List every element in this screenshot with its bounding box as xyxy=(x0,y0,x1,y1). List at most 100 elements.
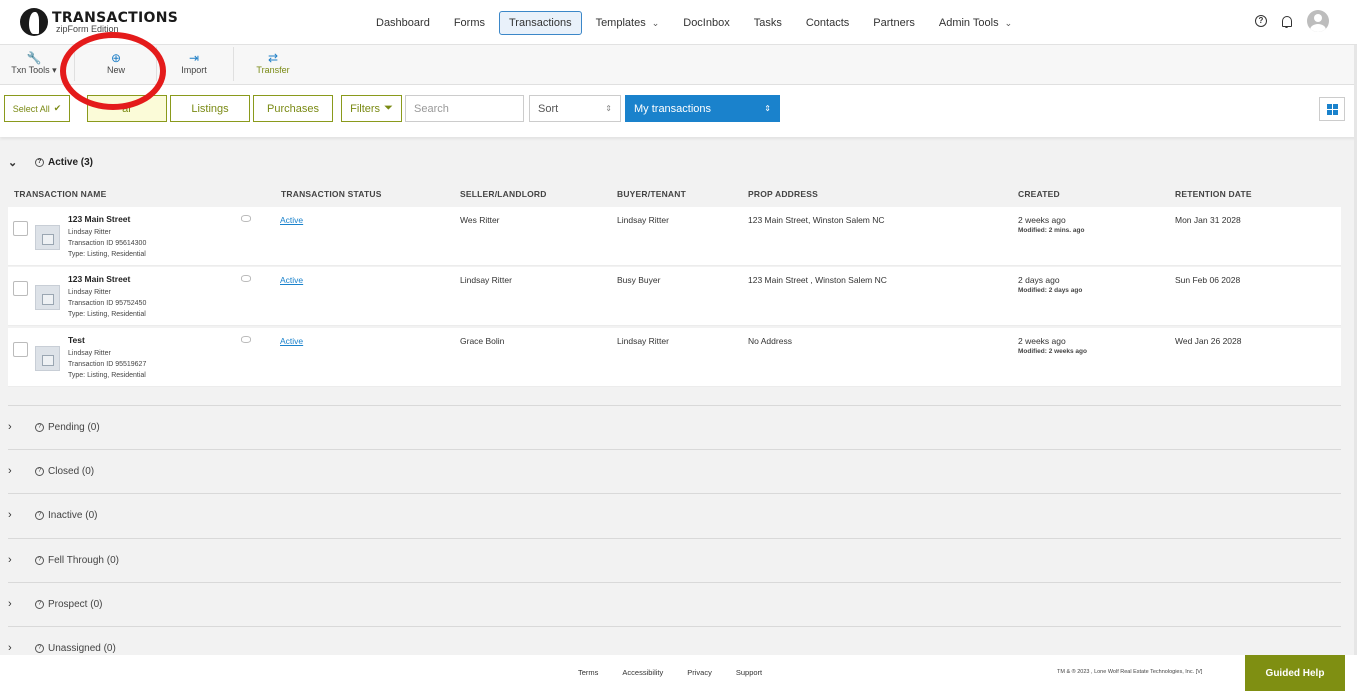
footer-accessibility-link[interactable]: Accessibility xyxy=(622,668,663,677)
buyer-cell: Busy Buyer xyxy=(617,275,661,285)
toolbar-divider xyxy=(233,47,234,81)
col-header-address[interactable]: PROP ADDRESS xyxy=(748,189,818,199)
address-cell: 123 Main Street , Winston Salem NC xyxy=(748,275,887,285)
transaction-type: Type: Listing, Residential xyxy=(68,311,146,318)
footer: Terms Accessibility Privacy Support TM &… xyxy=(0,655,1357,691)
comment-icon[interactable] xyxy=(241,215,251,222)
help-icon[interactable]: ? xyxy=(1255,15,1267,27)
modified-cell: Modified: 2 mins. ago xyxy=(1018,227,1085,234)
chevron-down-icon: ⌄ xyxy=(1004,17,1013,28)
nav-dashboard[interactable]: Dashboard xyxy=(366,11,440,35)
row-checkbox[interactable] xyxy=(13,281,28,296)
address-cell: No Address xyxy=(748,336,792,346)
nav-admin-tools[interactable]: Admin Tools ⌄ xyxy=(929,11,1022,35)
status-link[interactable]: Active xyxy=(280,215,303,225)
footer-support-link[interactable]: Support xyxy=(736,668,762,677)
top-navigation: TRANSACTIONS zipForm Edition Dashboard F… xyxy=(0,0,1357,45)
group-divider xyxy=(8,582,1341,583)
filter-listings-button[interactable]: Listings xyxy=(170,95,250,122)
property-thumbnail-icon xyxy=(35,225,60,250)
plus-circle-icon: ⊕ xyxy=(110,51,122,65)
transaction-id: Transaction ID 95519627 xyxy=(68,361,147,368)
buyer-cell: Lindsay Ritter xyxy=(617,215,669,225)
transaction-agent: Lindsay Ritter xyxy=(68,229,111,236)
info-icon: ? xyxy=(35,643,44,653)
app-logo[interactable]: TRANSACTIONS zipForm Edition xyxy=(20,8,178,36)
row-checkbox[interactable] xyxy=(13,221,28,236)
filter-all-button[interactable]: ar xyxy=(87,95,167,122)
info-icon: ? xyxy=(35,158,44,167)
group-prospect-header[interactable]: › ? Prospect (0) xyxy=(8,598,102,610)
transfer-arrows-icon: ⇄ xyxy=(267,51,279,65)
seller-cell: Wes Ritter xyxy=(460,215,500,225)
filters-button[interactable]: Filters ⏷ xyxy=(341,95,402,122)
group-pending-header[interactable]: › ? Pending (0) xyxy=(8,421,100,433)
seller-cell: Grace Bolin xyxy=(460,336,505,346)
status-link[interactable]: Active xyxy=(280,336,303,346)
nav-docinbox[interactable]: DocInbox xyxy=(673,11,739,35)
group-active-header[interactable]: ⌄ ? Active (3) xyxy=(8,156,93,169)
modified-cell: Modified: 2 weeks ago xyxy=(1018,348,1087,355)
import-button[interactable]: ⇥ Import xyxy=(176,51,212,75)
nav-tasks[interactable]: Tasks xyxy=(744,11,792,35)
retention-cell: Mon Jan 31 2028 xyxy=(1175,215,1241,225)
transaction-agent: Lindsay Ritter xyxy=(68,289,111,296)
logo-subtitle: zipForm Edition xyxy=(56,23,119,34)
sort-select[interactable]: Sort ⇕ xyxy=(529,95,621,122)
col-header-seller[interactable]: SELLER/LANDLORD xyxy=(460,189,547,199)
notification-bell-icon[interactable] xyxy=(1281,15,1293,28)
comment-icon[interactable] xyxy=(241,336,251,343)
toolbar-divider xyxy=(156,47,157,81)
transaction-name[interactable]: 123 Main Street xyxy=(68,214,130,224)
sort-arrows-icon: ⇕ xyxy=(764,104,771,113)
group-closed-header[interactable]: › ? Closed (0) xyxy=(8,465,94,477)
nav-contacts[interactable]: Contacts xyxy=(796,11,859,35)
new-transaction-button[interactable]: ⊕ New xyxy=(98,51,134,75)
col-header-name[interactable]: TRANSACTION NAME xyxy=(14,189,106,199)
info-icon: ? xyxy=(35,466,44,476)
footer-privacy-link[interactable]: Privacy xyxy=(687,668,712,677)
modified-cell: Modified: 2 days ago xyxy=(1018,287,1083,294)
copyright-text: TM & ® 2023 , Lone Wolf Real Estate Tech… xyxy=(1057,669,1203,675)
group-fell-through-header[interactable]: › ? Fell Through (0) xyxy=(8,554,119,566)
footer-terms-link[interactable]: Terms xyxy=(578,668,598,677)
search-input[interactable]: Search xyxy=(405,95,524,122)
col-header-created[interactable]: CREATED xyxy=(1018,189,1060,199)
col-header-status[interactable]: TRANSACTION STATUS xyxy=(281,189,382,199)
address-cell: 123 Main Street, Winston Salem NC xyxy=(748,215,885,225)
col-header-buyer[interactable]: BUYER/TENANT xyxy=(617,189,686,199)
comment-icon[interactable] xyxy=(241,275,251,282)
nav-forms[interactable]: Forms xyxy=(444,11,495,35)
status-link[interactable]: Active xyxy=(280,275,303,285)
group-divider xyxy=(8,405,1341,406)
chevron-right-icon: › xyxy=(8,554,12,566)
grid-view-button[interactable] xyxy=(1319,97,1345,121)
group-inactive-header[interactable]: › ? Inactive (0) xyxy=(8,509,97,521)
nav-templates[interactable]: Templates ⌄ xyxy=(586,11,670,35)
transfer-button[interactable]: ⇄ Transfer xyxy=(253,51,293,75)
select-all-button[interactable]: Select All ✔ xyxy=(4,95,70,122)
created-cell: 2 weeks ago xyxy=(1018,336,1066,346)
sign-in-icon: ⇥ xyxy=(188,51,200,65)
transaction-type: Type: Listing, Residential xyxy=(68,251,146,258)
table-row[interactable]: Test Lindsay Ritter Transaction ID 95519… xyxy=(8,328,1341,387)
sort-arrows-icon: ⇕ xyxy=(605,104,612,113)
nav-partners[interactable]: Partners xyxy=(863,11,925,35)
table-row[interactable]: 123 Main Street Lindsay Ritter Transacti… xyxy=(8,207,1341,266)
transaction-name[interactable]: 123 Main Street xyxy=(68,274,130,284)
row-checkbox[interactable] xyxy=(13,342,28,357)
user-avatar[interactable] xyxy=(1307,10,1329,32)
property-thumbnail-icon xyxy=(35,346,60,371)
scope-select[interactable]: My transactions ⇕ xyxy=(625,95,780,122)
retention-cell: Sun Feb 06 2028 xyxy=(1175,275,1241,285)
filter-purchases-button[interactable]: Purchases xyxy=(253,95,333,122)
guided-help-button[interactable]: Guided Help xyxy=(1245,655,1345,691)
transaction-type: Type: Listing, Residential xyxy=(68,372,146,379)
txn-tools-button[interactable]: 🔧 Txn Tools ▾ xyxy=(10,51,58,76)
nav-transactions[interactable]: Transactions xyxy=(499,11,582,35)
col-header-retention[interactable]: RETENTION DATE xyxy=(1175,189,1252,199)
table-row[interactable]: 123 Main Street Lindsay Ritter Transacti… xyxy=(8,267,1341,326)
group-unassigned-header[interactable]: › ? Unassigned (0) xyxy=(8,642,116,654)
transaction-name[interactable]: Test xyxy=(68,335,85,345)
chevron-down-icon: ⌄ xyxy=(8,157,18,169)
